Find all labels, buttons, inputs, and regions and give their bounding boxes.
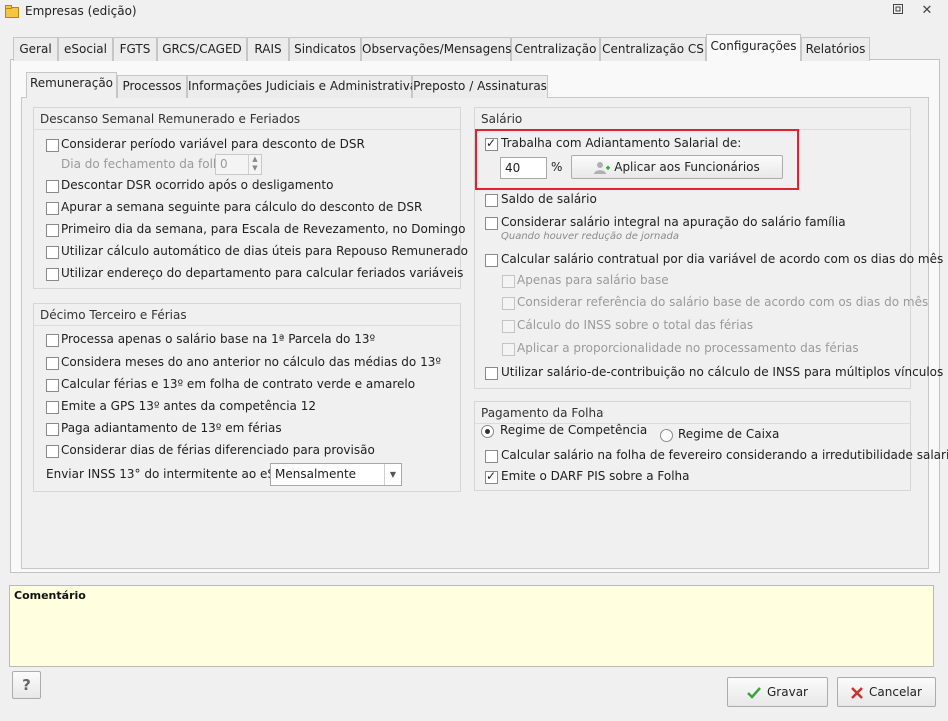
salario-integral-hint: Quando houver redução de jornada: [501, 231, 679, 242]
dias-diferenciado-checkbox[interactable]: [46, 445, 59, 458]
tab-configuracoes[interactable]: Configurações: [706, 34, 801, 61]
cancel-label: Cancelar: [869, 685, 922, 699]
calculo-inss-ferias-checkbox[interactable]: [502, 320, 515, 333]
dia-fechamento-value: 0: [220, 157, 228, 171]
processa-base-checkbox[interactable]: [46, 334, 59, 347]
check-icon: [747, 686, 761, 699]
primeiro-dia-checkbox[interactable]: [46, 224, 59, 237]
meses-anterior-label: Considera meses do ano anterior no cálcu…: [61, 355, 441, 369]
endereco-departamento-label: Utilizar endereço do departamento para c…: [61, 266, 464, 280]
calcular-ferias-label: Calcular férias e 13º em folha de contra…: [61, 377, 416, 391]
pagamento-group-title: Pagamento da Folha: [475, 402, 910, 424]
paga-adiantamento-checkbox[interactable]: [46, 423, 59, 436]
tab-fgts[interactable]: FGTS: [113, 37, 157, 61]
tab-centralizacao-cs[interactable]: Centralização CS: [600, 37, 706, 61]
dsr-group: Descanso Semanal Remunerado e Feriados: [33, 107, 461, 289]
comment-label: Comentário: [14, 589, 86, 602]
enviar-inss-value: Mensalmente: [275, 467, 357, 481]
descontar-dsr-label: Descontar DSR ocorrido após o desligamen…: [61, 178, 334, 192]
tab-centralizacao[interactable]: Centralização: [511, 37, 600, 61]
regime-caixa-radio[interactable]: [660, 429, 673, 442]
x-icon: [851, 686, 863, 699]
referencia-base-label: Considerar referência do salário base de…: [517, 295, 929, 309]
regime-competencia-radio[interactable]: [481, 425, 494, 438]
primeiro-dia-label: Primeiro dia da semana, para Escala de R…: [61, 222, 466, 236]
emite-gps-label: Emite a GPS 13º antes da competência 12: [61, 399, 316, 413]
dia-fechamento-label: Dia do fechamento da folha:: [61, 157, 232, 171]
apurar-semana-label: Apurar a semana seguinte para cálculo do…: [61, 200, 423, 214]
referencia-base-checkbox[interactable]: [502, 297, 515, 310]
stepper-arrows-icon[interactable]: ▲ ▼: [248, 155, 261, 174]
chevron-down-icon[interactable]: ▼: [384, 464, 401, 485]
paga-adiantamento-label: Paga adiantamento de 13º em férias: [61, 421, 282, 435]
multiplos-vinculos-label: Utilizar salário-de-contribuição no cálc…: [501, 365, 944, 379]
regime-competencia-label: Regime de Competência: [500, 423, 648, 437]
periodo-variavel-label: Considerar período variável para descont…: [61, 137, 365, 151]
cancel-button[interactable]: Cancelar: [837, 677, 936, 707]
tab-sindicatos[interactable]: Sindicatos: [289, 37, 361, 61]
calculo-inss-ferias-label: Cálculo do INSS sobre o total das férias: [517, 318, 754, 332]
tab-rais[interactable]: RAIS: [247, 37, 289, 61]
calculo-automatico-label: Utilizar cálculo automático de dias útei…: [61, 244, 468, 258]
title-bar: [0, 0, 948, 24]
processa-base-label: Processa apenas o salário base na 1ª Par…: [61, 332, 376, 346]
apenas-base-label: Apenas para salário base: [517, 273, 669, 287]
calcular-contratual-label: Calcular salário contratual por dia vari…: [501, 252, 944, 266]
calcular-contratual-checkbox[interactable]: [485, 254, 498, 267]
endereco-departamento-checkbox[interactable]: [46, 268, 59, 281]
salario-integral-label: Considerar salário integral na apuração …: [501, 215, 846, 229]
dsr-group-title: Descanso Semanal Remunerado e Feriados: [34, 108, 460, 130]
tab-relatorios[interactable]: Relatórios: [801, 37, 870, 61]
dia-fechamento-stepper[interactable]: 0 ▲ ▼: [215, 154, 262, 175]
calculo-automatico-checkbox[interactable]: [46, 246, 59, 259]
salario-integral-checkbox[interactable]: [485, 217, 498, 230]
tab-esocial[interactable]: eSocial: [58, 37, 113, 61]
calcular-fevereiro-checkbox[interactable]: [485, 450, 498, 463]
tab-informacoes-judiciais[interactable]: Informações Judiciais e Administrativas: [187, 75, 423, 98]
emite-gps-checkbox[interactable]: [46, 401, 59, 414]
emite-darf-checkbox[interactable]: [485, 469, 498, 484]
salario-group-title: Salário: [475, 108, 910, 130]
app-icon: [5, 5, 19, 18]
tab-processos[interactable]: Processos: [117, 75, 187, 98]
save-label: Gravar: [767, 685, 808, 699]
dias-diferenciado-label: Considerar dias de férias diferenciado p…: [61, 443, 375, 457]
enviar-inss-label: Enviar INSS 13° do intermitente ao eSoci…: [46, 467, 303, 481]
emite-darf-label: Emite o DARF PIS sobre a Folha: [501, 469, 690, 483]
help-button[interactable]: ?: [12, 671, 41, 699]
regime-caixa-label: Regime de Caixa: [678, 427, 780, 441]
close-icon[interactable]: ✕: [916, 2, 938, 20]
highlight-box: [475, 129, 799, 190]
help-icon: ?: [22, 676, 31, 694]
saldo-salario-label: Saldo de salário: [501, 192, 597, 206]
multiplos-vinculos-checkbox[interactable]: [485, 367, 498, 380]
calcular-fevereiro-label: Calcular salário na folha de fevereiro c…: [501, 448, 948, 462]
save-button[interactable]: Gravar: [727, 677, 828, 707]
saldo-salario-checkbox[interactable]: [485, 194, 498, 207]
descontar-dsr-checkbox[interactable]: [46, 180, 59, 193]
decimo-group-title: Décimo Terceiro e Férias: [34, 304, 460, 326]
calcular-ferias-checkbox[interactable]: [46, 379, 59, 392]
aplicar-proporcionalidade-checkbox[interactable]: [502, 343, 515, 356]
enviar-inss-select[interactable]: Mensalmente ▼: [270, 463, 402, 486]
aplicar-proporcionalidade-label: Aplicar a proporcionalidade no processam…: [517, 341, 859, 355]
meses-anterior-checkbox[interactable]: [46, 357, 59, 370]
restore-icon[interactable]: [888, 3, 908, 19]
apurar-semana-checkbox[interactable]: [46, 202, 59, 215]
tab-observacoes[interactable]: Observações/Mensagens: [361, 37, 512, 61]
window-title: Empresas (edição): [25, 4, 137, 18]
periodo-variavel-checkbox[interactable]: [46, 139, 59, 152]
tab-grcs-caged[interactable]: GRCS/CAGED: [157, 37, 247, 61]
tab-preposto-assinaturas[interactable]: Preposto / Assinaturas: [412, 75, 548, 98]
tab-remuneracao[interactable]: Remuneração: [26, 72, 117, 98]
comment-textarea[interactable]: Comentário: [9, 585, 934, 667]
tab-geral[interactable]: Geral: [13, 37, 58, 61]
apenas-base-checkbox[interactable]: [502, 275, 515, 288]
